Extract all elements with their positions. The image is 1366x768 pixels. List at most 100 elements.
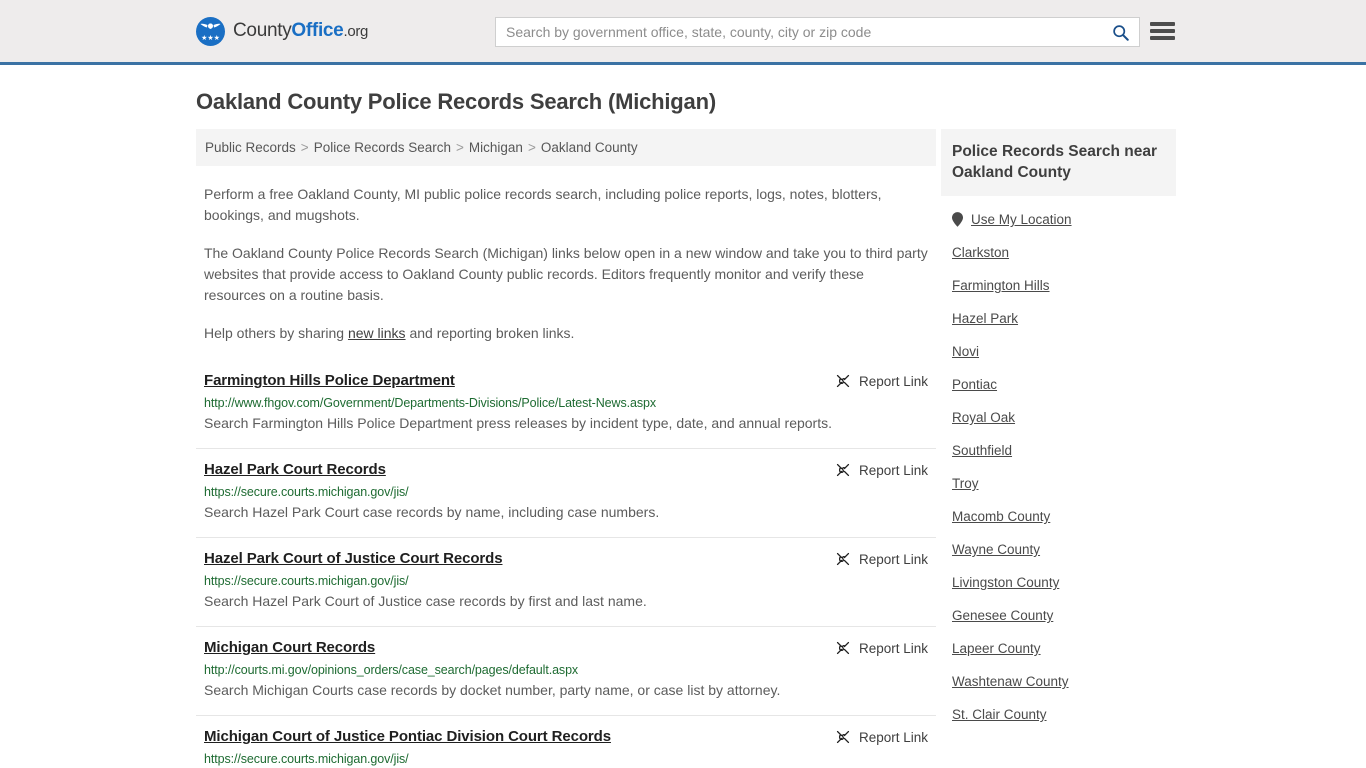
main-column: Public Records > Police Records Search > Mic… bbox=[196, 129, 936, 768]
sidebar-list-item[interactable]: Clarkston bbox=[941, 236, 1176, 269]
result-description: Search Farmington Hills Police Departmen… bbox=[204, 415, 832, 431]
result-row: Michigan Court of Justice Pontiac Divisi… bbox=[196, 715, 936, 768]
result-url: https://secure.courts.michigan.gov/jis/ bbox=[204, 485, 409, 499]
broken-link-icon bbox=[836, 463, 850, 477]
sidebar-list-item[interactable]: Farmington Hills bbox=[941, 269, 1176, 302]
sidebar-list-item[interactable]: Wayne County bbox=[941, 533, 1176, 566]
result-url: http://courts.mi.gov/opinions_orders/cas… bbox=[204, 663, 579, 677]
result-row: Hazel Park Court Records https://secure.c… bbox=[196, 448, 936, 537]
broken-link-icon bbox=[836, 374, 850, 388]
result-title-link[interactable]: Farmington Hills Police Department bbox=[204, 372, 455, 389]
map-pin-icon bbox=[952, 212, 963, 227]
result-row: Hazel Park Court of Justice Court Record… bbox=[196, 537, 936, 626]
sidebar-list-item[interactable]: Novi bbox=[941, 335, 1176, 368]
report-link-button[interactable]: Report Link bbox=[835, 640, 928, 656]
result-title-link[interactable]: Michigan Court of Justice Pontiac Divisi… bbox=[204, 728, 611, 745]
sidebar-link[interactable]: Pontiac bbox=[952, 377, 997, 392]
result-description: Search Hazel Park Court of Justice case … bbox=[204, 593, 647, 609]
breadcrumb-item-oakland-county[interactable]: Oakland County bbox=[541, 140, 638, 155]
sidebar-link[interactable]: Royal Oak bbox=[952, 410, 1015, 425]
broken-link-icon bbox=[836, 641, 850, 655]
page-body: Oakland County Police Records Search (Mi… bbox=[0, 89, 1366, 768]
result-url: https://secure.courts.michigan.gov/jis/ bbox=[204, 752, 409, 766]
breadcrumb: Public Records > Police Records Search > Mic… bbox=[196, 129, 936, 166]
sidebar-link[interactable]: Lapeer County bbox=[952, 641, 1041, 656]
intro-p3-after: and reporting broken links. bbox=[405, 325, 575, 341]
sidebar-list-item[interactable]: Macomb County bbox=[941, 500, 1176, 533]
hamburger-bar-3 bbox=[1150, 36, 1175, 40]
content-container: Oakland County Police Records Search (Mi… bbox=[196, 89, 1176, 768]
report-link-button[interactable]: Report Link bbox=[835, 462, 928, 478]
sidebar-link[interactable]: Novi bbox=[952, 344, 979, 359]
stars-glyph: ★★★ bbox=[201, 34, 220, 42]
sidebar-list-item[interactable]: Genesee County bbox=[941, 599, 1176, 632]
broken-link-icon bbox=[836, 552, 850, 566]
sidebar-link[interactable]: Wayne County bbox=[952, 542, 1040, 557]
breadcrumb-separator: > bbox=[527, 140, 536, 155]
search-input[interactable] bbox=[496, 18, 1101, 46]
hamburger-bar-2 bbox=[1150, 29, 1175, 33]
search-bar[interactable] bbox=[495, 17, 1140, 47]
report-link-label: Report Link bbox=[858, 551, 928, 567]
sidebar-list-item[interactable]: Washtenaw County bbox=[941, 665, 1176, 698]
logo-text-org: .org bbox=[343, 23, 369, 40]
breadcrumb-separator: > bbox=[456, 140, 464, 155]
sidebar-list-item[interactable]: Livingston County bbox=[941, 566, 1176, 599]
sidebar-list: Use My Location Clarkston Farmington Hills… bbox=[941, 196, 1176, 731]
sidebar-list-item[interactable]: Southfield bbox=[941, 434, 1176, 467]
sidebar-list-item[interactable]: Hazel Park bbox=[941, 302, 1176, 335]
eagle-seal-icon: ★★★ bbox=[196, 16, 225, 46]
breadcrumb-item-public-records[interactable]: Public Records bbox=[205, 140, 296, 155]
breadcrumb-separator: > bbox=[300, 140, 309, 155]
sidebar-list-item[interactable]: Use My Location bbox=[941, 196, 1176, 236]
sidebar-link[interactable]: Clarkston bbox=[952, 245, 1009, 260]
sidebar-link[interactable]: Hazel Park bbox=[952, 311, 1018, 326]
report-link-button[interactable]: Report Link bbox=[835, 373, 928, 389]
site-logo[interactable]: ★★★ CountyOffice.org bbox=[196, 16, 368, 46]
report-link-label: Report Link bbox=[858, 373, 928, 389]
hamburger-menu-icon[interactable] bbox=[1150, 20, 1175, 42]
logo-text: CountyOffice.org bbox=[233, 20, 368, 42]
sidebar-list-item[interactable]: Troy bbox=[941, 467, 1176, 500]
intro-paragraph-1: Perform a free Oakland County, MI public… bbox=[204, 186, 882, 223]
report-link-label: Report Link bbox=[858, 640, 928, 656]
result-title-link[interactable]: Hazel Park Court Records bbox=[204, 461, 386, 478]
result-description: Search Hazel Park Court case records by … bbox=[204, 504, 660, 520]
eagle-glyph bbox=[200, 23, 221, 29]
intro-paragraph-3: Help others by sharing new links and rep… bbox=[196, 323, 936, 344]
sidebar-list-item[interactable]: Lapeer County bbox=[941, 632, 1176, 665]
sidebar-link[interactable]: Washtenaw County bbox=[952, 674, 1069, 689]
breadcrumb-item-police-records-search[interactable]: Police Records Search bbox=[314, 140, 451, 155]
result-row: Farmington Hills Police Department http:/… bbox=[196, 360, 936, 448]
hamburger-bar-1 bbox=[1150, 22, 1175, 26]
intro-p3-before: Help others by sharing bbox=[204, 325, 348, 341]
sidebar-list-item[interactable]: Pontiac bbox=[941, 368, 1176, 401]
sidebar-link[interactable]: St. Clair County bbox=[952, 707, 1047, 722]
sidebar-link[interactable]: Farmington Hills bbox=[952, 278, 1050, 293]
report-link-label: Report Link bbox=[858, 462, 928, 478]
report-link-button[interactable]: Report Link bbox=[835, 729, 928, 745]
results-list: Farmington Hills Police Department http:/… bbox=[196, 360, 936, 768]
intro-paragraph-2: The Oakland County Police Records Search… bbox=[204, 245, 928, 303]
sidebar-list-item[interactable]: St. Clair County bbox=[941, 698, 1176, 731]
breadcrumb-item-michigan[interactable]: Michigan bbox=[469, 140, 523, 155]
result-url: http://www.fhgov.com/Government/Departme… bbox=[204, 396, 656, 410]
result-title-link[interactable]: Michigan Court Records bbox=[204, 639, 375, 656]
logo-text-office: Office bbox=[291, 20, 344, 41]
result-description: Search Michigan Courts case records by d… bbox=[204, 682, 781, 698]
sidebar-link[interactable]: Use My Location bbox=[971, 212, 1072, 227]
search-icon bbox=[1112, 24, 1129, 41]
result-title-link[interactable]: Hazel Park Court of Justice Court Record… bbox=[204, 550, 503, 567]
sidebar-link[interactable]: Macomb County bbox=[952, 509, 1050, 524]
search-button[interactable] bbox=[1101, 18, 1139, 46]
sidebar-link[interactable]: Livingston County bbox=[952, 575, 1059, 590]
sidebar-link[interactable]: Southfield bbox=[952, 443, 1012, 458]
intro-text: Perform a free Oakland County, MI public… bbox=[196, 184, 936, 344]
logo-text-county: County bbox=[233, 20, 292, 41]
sidebar-link[interactable]: Troy bbox=[952, 476, 979, 491]
sidebar-list-item[interactable]: Royal Oak bbox=[941, 401, 1176, 434]
new-links-link[interactable]: new links bbox=[348, 325, 406, 341]
two-column-layout: Public Records > Police Records Search > Mic… bbox=[196, 129, 1176, 768]
report-link-button[interactable]: Report Link bbox=[835, 551, 928, 567]
sidebar-link[interactable]: Genesee County bbox=[952, 608, 1053, 623]
